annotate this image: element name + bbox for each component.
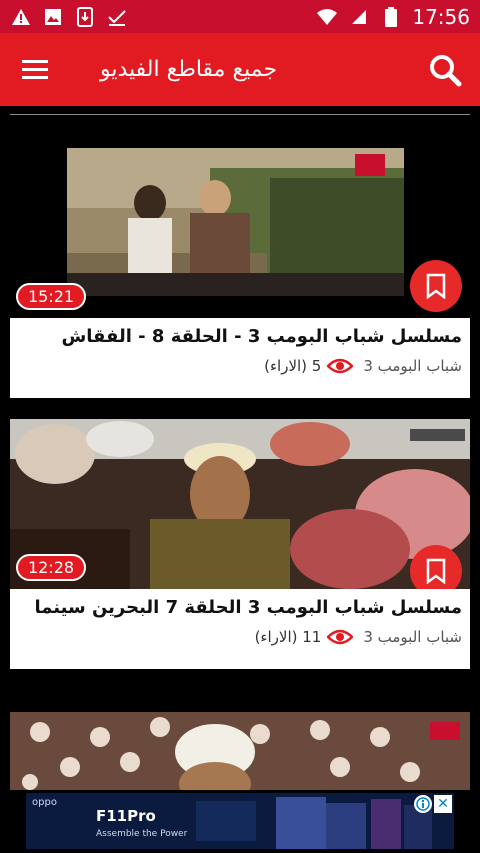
views-label: 11 (الاراء) (254, 628, 322, 646)
ad-banner[interactable]: oppo F11Pro Assemble the Power ✕ (26, 793, 454, 849)
video-thumbnail[interactable]: 12:28 (10, 419, 470, 589)
video-card[interactable] (10, 712, 470, 790)
ad-tagline: Assemble the Power (96, 829, 188, 839)
video-meta: شباب البومب 3 5 (الاراء) (18, 357, 462, 375)
bookmark-icon (426, 558, 446, 584)
video-title[interactable]: مسلسل شباب البومب 3 - الحلقة 8 - الفقاش (18, 326, 462, 347)
signal-icon (348, 6, 370, 28)
duration-badge: 12:28 (16, 554, 87, 581)
close-icon[interactable]: ✕ (434, 795, 452, 813)
bookmark-icon (426, 273, 446, 299)
page-title: جميع مقاطع الفيديو (100, 57, 278, 82)
channel-name: شباب البومب 3 (363, 628, 462, 646)
views-label: 5 (الاراء) (264, 357, 322, 375)
video-thumbnail[interactable] (10, 712, 470, 790)
ad-product: F11Pro (96, 807, 156, 825)
image-icon (42, 6, 64, 28)
eye-icon (327, 358, 354, 374)
eye-icon (327, 629, 354, 645)
ad-brand: oppo (32, 797, 57, 808)
video-feed[interactable]: 15:21 مسلسل شباب البومب 3 - الحلقة 8 - ا… (0, 115, 480, 790)
search-icon (430, 54, 462, 86)
views-count: 5 (الاراء) (264, 357, 354, 375)
views-count: 11 (الاراء) (255, 628, 354, 646)
search-button[interactable] (410, 33, 480, 106)
duration-badge: 15:21 (16, 283, 87, 310)
video-card[interactable]: 12:28 مسلسل شباب البومب 3 الحلقة 7 البحر… (10, 419, 470, 669)
download-icon (74, 6, 96, 28)
warning-icon (10, 6, 32, 28)
clock: 17:56 (412, 4, 470, 29)
menu-icon (22, 59, 48, 79)
bookmark-button[interactable] (410, 260, 462, 312)
adchoices-icon[interactable] (414, 795, 432, 813)
video-meta: شباب البومب 3 11 (الاراء) (18, 628, 462, 646)
wifi-icon (316, 6, 338, 28)
video-thumbnail[interactable]: 15:21 (10, 148, 470, 318)
status-bar: 17:56 (0, 0, 480, 33)
check-icon (106, 6, 128, 28)
video-info[interactable]: مسلسل شباب البومب 3 - الحلقة 8 - الفقاش … (10, 318, 470, 398)
menu-button[interactable] (0, 33, 70, 106)
bookmark-button[interactable] (410, 545, 462, 589)
video-card[interactable]: 15:21 مسلسل شباب البومب 3 - الحلقة 8 - ا… (10, 148, 470, 398)
channel-name: شباب البومب 3 (363, 357, 462, 375)
video-title[interactable]: مسلسل شباب البومب 3 الحلقة 7 البحرين سين… (18, 597, 462, 618)
app-bar: جميع مقاطع الفيديو (0, 33, 480, 106)
battery-icon (380, 6, 402, 28)
video-info[interactable]: مسلسل شباب البومب 3 الحلقة 7 البحرين سين… (10, 589, 470, 669)
